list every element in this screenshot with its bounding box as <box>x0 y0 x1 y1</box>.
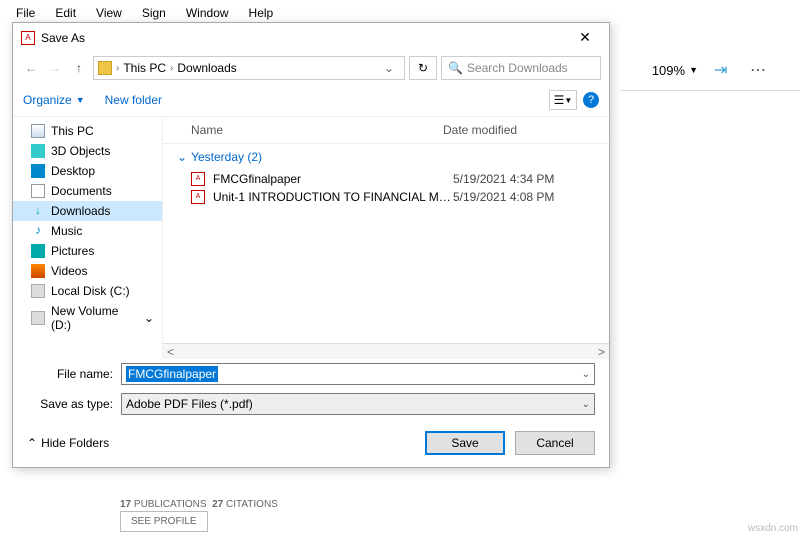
column-name[interactable]: Name <box>173 123 443 137</box>
overflow-icon[interactable]: ⋯ <box>750 60 770 80</box>
new-folder-button[interactable]: New folder <box>105 93 162 107</box>
help-button[interactable]: ? <box>583 92 599 108</box>
menu-window[interactable]: Window <box>178 4 237 22</box>
nav-row: ← → ↑ › This PC › Downloads ⌄ ↻ 🔍 Search… <box>13 52 609 84</box>
dialog-title: Save As <box>41 31 569 45</box>
chevron-down-icon[interactable]: ⌄ <box>582 369 590 380</box>
save-as-dialog: A Save As ✕ ← → ↑ › This PC › Downloads … <box>12 22 610 468</box>
filetype-row: Save as type: Adobe PDF Files (*.pdf) ⌄ <box>13 389 609 419</box>
filetype-label: Save as type: <box>27 397 113 411</box>
view-options-button[interactable]: ☰ ▼ <box>549 90 577 110</box>
ico-disk-icon <box>31 311 45 325</box>
pdf-icon: A <box>21 31 35 45</box>
filename-row: File name: FMCGfinalpaper ⌄ <box>13 359 609 389</box>
filename-input[interactable]: FMCGfinalpaper ⌄ <box>121 363 595 385</box>
menu-help[interactable]: Help <box>241 4 282 22</box>
menu-edit[interactable]: Edit <box>47 4 84 22</box>
ico-pics-icon <box>31 244 45 258</box>
column-date[interactable]: Date modified <box>443 123 583 137</box>
zoom-level[interactable]: 109%▼ <box>652 63 698 78</box>
chevron-down-icon[interactable]: ⌄ <box>582 399 590 410</box>
search-input[interactable]: 🔍 Search Downloads <box>441 56 601 80</box>
menu-sign[interactable]: Sign <box>134 4 174 22</box>
see-profile-button[interactable]: SEE PROFILE <box>120 511 208 532</box>
refresh-button[interactable]: ↻ <box>409 56 437 80</box>
stats-line: 17 PUBLICATIONS 27 CITATIONS <box>120 499 278 510</box>
dialog-titlebar: A Save As ✕ <box>13 23 609 52</box>
dialog-toolbar: Organize ▼ New folder ☰ ▼ ? <box>13 84 609 117</box>
chevron-down-icon[interactable]: ⌄ <box>144 311 154 325</box>
filetype-select[interactable]: Adobe PDF Files (*.pdf) ⌄ <box>121 393 595 415</box>
fit-width-icon[interactable]: ⇥ <box>714 60 734 80</box>
forward-button: → <box>45 58 65 78</box>
tree-new-volume-d-[interactable]: New Volume (D:)⌄ <box>13 301 162 335</box>
horizontal-scrollbar[interactable]: <> <box>163 343 609 359</box>
back-button[interactable]: ← <box>21 58 41 78</box>
menu-view[interactable]: View <box>88 4 130 22</box>
breadcrumb[interactable]: › This PC › Downloads ⌄ <box>93 56 405 80</box>
file-row[interactable]: AFMCGfinalpaper5/19/2021 4:34 PM <box>163 170 609 188</box>
tree-desktop[interactable]: Desktop <box>13 161 162 181</box>
ico-3d-icon <box>31 144 45 158</box>
tree-videos[interactable]: Videos <box>13 261 162 281</box>
tree-3d-objects[interactable]: 3D Objects <box>13 141 162 161</box>
organize-button[interactable]: Organize ▼ <box>23 93 85 107</box>
ico-vids-icon <box>31 264 45 278</box>
filename-label: File name: <box>27 367 113 381</box>
ico-down-icon: ↓ <box>31 204 45 218</box>
tree-downloads[interactable]: ↓Downloads <box>13 201 162 221</box>
tree-music[interactable]: ♪Music <box>13 221 162 241</box>
pdf-icon: A <box>191 172 205 186</box>
folder-tree[interactable]: This PC3D ObjectsDesktopDocuments↓Downlo… <box>13 117 163 359</box>
cancel-button[interactable]: Cancel <box>515 431 595 455</box>
close-button[interactable]: ✕ <box>569 29 601 46</box>
dialog-footer: ⌃Hide Folders Save Cancel <box>13 419 609 467</box>
up-button[interactable]: ↑ <box>69 58 89 78</box>
menu-file[interactable]: File <box>8 4 43 22</box>
tree-pictures[interactable]: Pictures <box>13 241 162 261</box>
ico-desk-icon <box>31 164 45 178</box>
save-button[interactable]: Save <box>425 431 505 455</box>
ico-disk-icon <box>31 284 45 298</box>
hide-folders-button[interactable]: ⌃Hide Folders <box>27 436 109 450</box>
main-toolbar-partial: 109%▼ ⇥ ⋯ <box>620 50 800 91</box>
tree-local-disk-c-[interactable]: Local Disk (C:) <box>13 281 162 301</box>
tree-documents[interactable]: Documents <box>13 181 162 201</box>
watermark: wsxdn.com <box>748 523 798 534</box>
search-icon: 🔍 <box>448 61 463 75</box>
breadcrumb-dropdown[interactable]: ⌄ <box>378 61 400 75</box>
file-row[interactable]: AUnit-1 INTRODUCTION TO FINANCIAL MANAG.… <box>163 188 609 206</box>
ico-pc-icon <box>31 124 45 138</box>
file-list-pane: Name Date modified ⌄Yesterday (2) AFMCGf… <box>163 117 609 359</box>
group-header[interactable]: ⌄Yesterday (2) <box>163 144 609 170</box>
ico-docs-icon <box>31 184 45 198</box>
dialog-body: This PC3D ObjectsDesktopDocuments↓Downlo… <box>13 117 609 359</box>
tree-this-pc[interactable]: This PC <box>13 121 162 141</box>
pdf-icon: A <box>191 190 205 204</box>
folder-icon <box>98 61 112 75</box>
ico-music-icon: ♪ <box>31 224 45 238</box>
